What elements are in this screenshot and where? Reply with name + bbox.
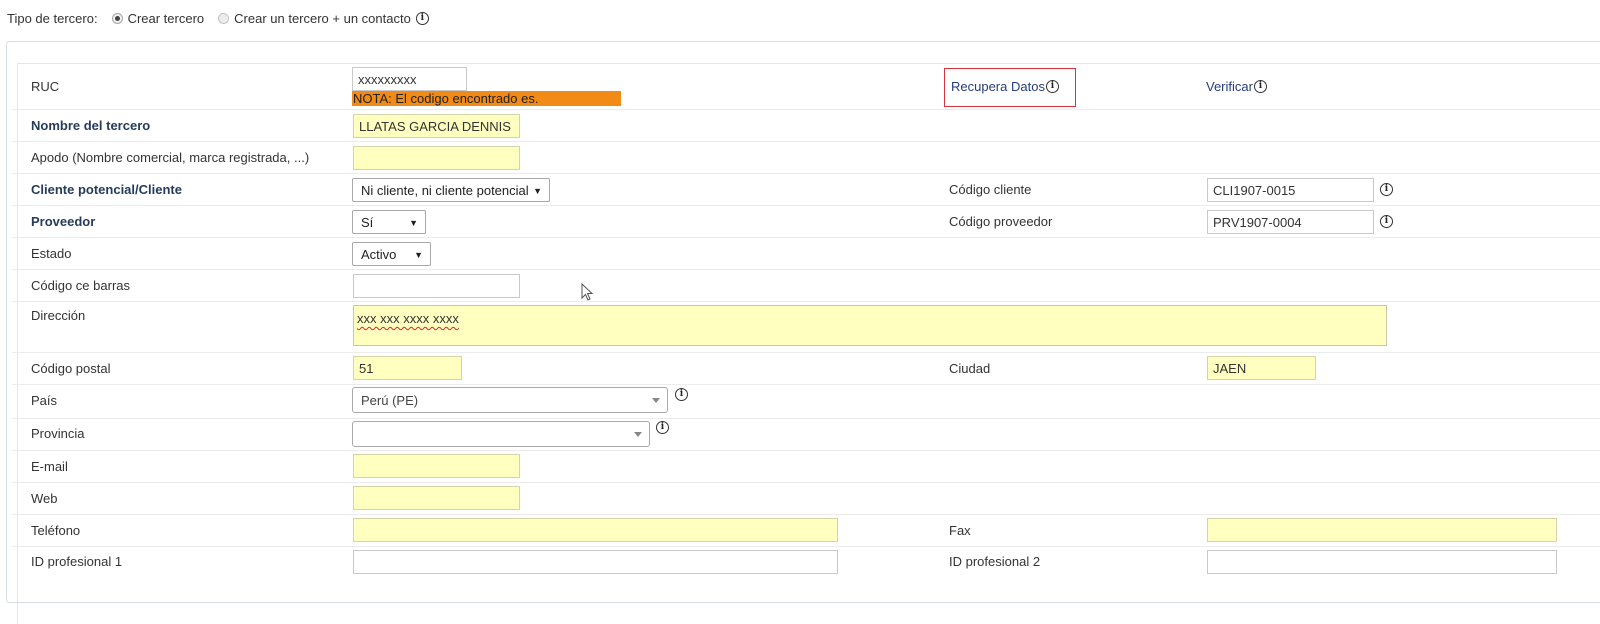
cliente-select[interactable]: Ni cliente, ni cliente potencial ▼ [352,178,550,202]
row-web: Web [12,482,1600,515]
tipo-tercero-bar: Tipo de tercero: Crear tercero Crear un … [7,8,429,28]
row-ruc: RUC Verificar i Recupera Datos i [12,64,1600,110]
verificar-link[interactable]: Verificar [1206,79,1253,94]
radio-crear-tercero-label: Crear tercero [127,10,205,26]
web-input[interactable] [353,486,520,510]
info-icon[interactable]: i [675,388,688,401]
dropdown-arrow-icon: ▼ [533,186,542,196]
ciudad-label: Ciudad [949,360,991,376]
telefono-input[interactable] [353,518,838,542]
codigo-proveedor-input[interactable] [1207,210,1374,234]
cliente-select-value: Ni cliente, ni cliente potencial [361,182,529,198]
idprof1-label: ID profesional 1 [31,554,123,569]
codigo-cliente-label: Código cliente [949,181,1032,197]
mouse-cursor-icon [581,283,594,301]
pais-select-value: Perú (PE) [361,392,419,408]
radio-crear-tercero-contacto[interactable]: Crear un tercero + un contacto [218,11,411,26]
info-icon[interactable]: i [415,11,429,25]
recupera-datos-highlight [944,68,1076,107]
email-label: E-mail [31,458,68,474]
row-postal: Código postal Ciudad [12,352,1600,385]
ruc-note: NOTA: El codigo encontrado es. _________… [352,91,621,106]
estado-select[interactable]: Activo ▼ [352,242,431,266]
estado-select-value: Activo [361,246,397,262]
info-icon[interactable]: i [1253,80,1267,93]
direccion-label: Dirección [31,308,86,323]
postal-label: Código postal [31,360,111,376]
idprof1-input[interactable] [353,550,838,574]
ruc-label: RUC [31,79,60,94]
proveedor-select-value: Sí [361,214,374,230]
info-icon[interactable]: i [1380,215,1393,228]
radio-unselected-icon[interactable] [218,12,230,24]
barras-label: Código ce barras [31,277,130,293]
web-label: Web [31,490,58,506]
fax-input[interactable] [1207,518,1557,542]
apodo-label: Apodo (Nombre comercial, marca registrad… [31,149,310,165]
provincia-select[interactable] [352,421,650,447]
info-icon[interactable]: i [1380,183,1393,196]
row-apodo: Apodo (Nombre comercial, marca registrad… [12,141,1600,174]
codigo-cliente-input[interactable] [1207,178,1374,202]
proveedor-select[interactable]: Sí ▼ [352,210,426,234]
row-provincia: Provincia [12,418,1600,451]
row-nombre: Nombre del tercero [12,109,1600,142]
fax-label: Fax [949,522,971,538]
pais-select[interactable]: Perú (PE) [352,387,668,413]
ruc-note-text: NOTA: El codigo encontrado es. [353,91,539,106]
nombre-label: Nombre del tercero [31,117,151,133]
radio-crear-tercero-contacto-label: Crear un tercero + un contacto [234,10,411,26]
apodo-input[interactable] [353,146,520,170]
direccion-textarea[interactable]: xxx xxx xxxx xxxx [353,305,1387,346]
dropdown-arrow-icon: ▼ [409,218,418,228]
tipo-tercero-label: Tipo de tercero: [7,10,98,26]
direccion-value: xxx xxx xxxx xxxx [357,311,459,326]
ciudad-input[interactable] [1207,356,1316,380]
proveedor-label: Proveedor [31,213,96,229]
ruc-note-code: _____________ [542,91,621,106]
codigo-proveedor-label: Código proveedor [949,213,1053,229]
radio-selected-icon[interactable] [111,12,123,24]
row-barras: Código ce barras [12,269,1600,302]
email-input[interactable] [353,454,520,478]
ruc-input[interactable] [352,67,467,91]
dropdown-arrow-icon [634,432,642,437]
barras-input[interactable] [353,274,520,298]
telefono-label: Teléfono [31,522,81,538]
postal-input[interactable] [353,356,462,380]
dropdown-arrow-icon [652,398,660,403]
cliente-label: Cliente potencial/Cliente [31,181,182,197]
radio-crear-tercero[interactable]: Crear tercero [111,10,205,26]
info-icon[interactable]: i [656,421,669,434]
estado-label: Estado [31,245,72,261]
nombre-input[interactable] [353,114,520,138]
row-email: E-mail [12,450,1600,483]
verificar-cell: Verificar i [1206,64,1267,109]
idprof2-label: ID profesional 2 [949,554,1041,569]
idprof2-input[interactable] [1207,550,1557,574]
row-pais: País [12,384,1600,419]
dropdown-arrow-icon: ▼ [414,250,423,260]
row-estado: Estado [12,237,1600,270]
